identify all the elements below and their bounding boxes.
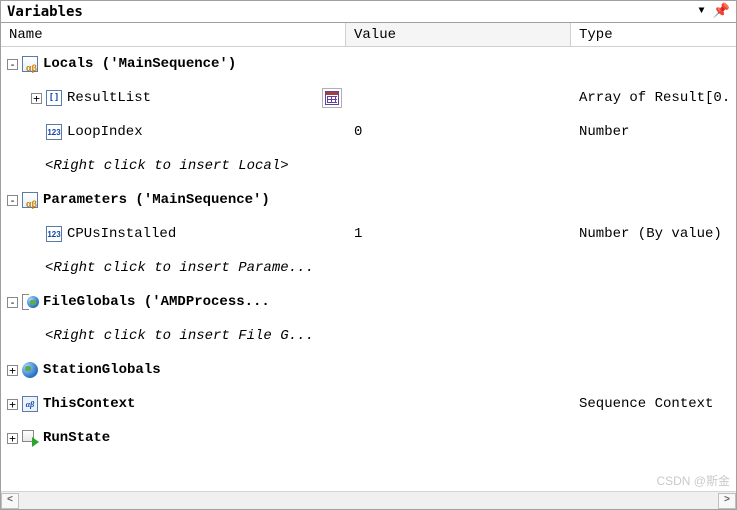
node-value[interactable] xyxy=(346,81,571,115)
insert-parameter-hint[interactable]: <Right click to insert Parame... xyxy=(1,251,736,285)
expand-icon[interactable]: + xyxy=(7,399,18,410)
insert-local-hint[interactable]: <Right click to insert Local> xyxy=(1,149,736,183)
tree-node-parameters[interactable]: - Parameters ('MainSequence') xyxy=(1,183,736,217)
tree-node-stationglobals[interactable]: + StationGlobals xyxy=(1,353,736,387)
node-label: ThisContext xyxy=(43,396,135,412)
node-type xyxy=(571,421,736,455)
expand-icon[interactable]: + xyxy=(7,433,18,444)
scroll-left-icon[interactable]: < xyxy=(1,493,19,509)
insert-fileglobal-hint[interactable]: <Right click to insert File G... xyxy=(1,319,736,353)
calendar-grid-icon[interactable] xyxy=(322,88,342,108)
variables-tree: - Locals ('MainSequence') + [] ResultLis… xyxy=(1,47,736,491)
node-value[interactable]: 0 xyxy=(346,115,571,149)
watermark: CSDN @斯金 xyxy=(656,472,730,489)
node-type: Array of Result[0. xyxy=(571,81,736,115)
panel-header: Variables ▼ 📌 xyxy=(1,1,736,23)
column-header-name[interactable]: Name xyxy=(1,23,346,46)
node-label: Locals ('MainSequence') xyxy=(43,56,236,72)
number-icon: 123 xyxy=(45,124,63,140)
tree-node-cpusinstalled[interactable]: 123 CPUsInstalled 1 Number (By value) xyxy=(1,217,736,251)
container-icon xyxy=(21,192,39,208)
collapse-icon[interactable]: - xyxy=(7,297,18,308)
runstate-icon xyxy=(21,430,39,446)
node-type: Number xyxy=(571,115,736,149)
tree-node-loopindex[interactable]: 123 LoopIndex 0 Number xyxy=(1,115,736,149)
scroll-right-icon[interactable]: > xyxy=(718,493,736,509)
node-label: StationGlobals xyxy=(43,362,161,378)
tree-node-locals[interactable]: - Locals ('MainSequence') xyxy=(1,47,736,81)
expand-icon[interactable]: + xyxy=(7,365,18,376)
hint-text: <Right click to insert Local> xyxy=(45,158,289,174)
hint-text: <Right click to insert Parame... xyxy=(45,260,314,276)
node-type: Number (By value) xyxy=(571,217,736,251)
hint-text: <Right click to insert File G... xyxy=(45,328,314,344)
columns-header: Name Value Type xyxy=(1,23,736,47)
node-type xyxy=(571,353,736,387)
collapse-icon[interactable]: - xyxy=(7,195,18,206)
node-label: FileGlobals ('AMDProcess... xyxy=(43,294,270,310)
number-icon: 123 xyxy=(45,226,63,242)
column-header-type[interactable]: Type xyxy=(571,23,736,46)
node-type: Sequence Context xyxy=(571,387,736,421)
node-value xyxy=(346,47,571,81)
node-label: ResultList xyxy=(67,90,322,106)
file-globe-icon xyxy=(21,294,39,310)
node-type xyxy=(571,47,736,81)
panel-menu-dropdown-icon[interactable]: ▼ xyxy=(699,6,705,17)
node-value[interactable]: 1 xyxy=(346,217,571,251)
context-icon: αβ xyxy=(21,396,39,412)
node-label: Parameters ('MainSequence') xyxy=(43,192,270,208)
horizontal-scrollbar[interactable]: < > xyxy=(1,491,736,509)
tree-node-thiscontext[interactable]: + αβ ThisContext Sequence Context xyxy=(1,387,736,421)
tree-node-resultlist[interactable]: + [] ResultList Array of Result[0. xyxy=(1,81,736,115)
node-label: LoopIndex xyxy=(67,124,143,140)
node-label: CPUsInstalled xyxy=(67,226,176,242)
pin-icon[interactable]: 📌 xyxy=(713,3,730,20)
array-icon: [] xyxy=(45,90,63,106)
panel-title: Variables xyxy=(7,4,83,20)
column-header-value[interactable]: Value xyxy=(346,23,571,46)
tree-node-fileglobals[interactable]: - FileGlobals ('AMDProcess... xyxy=(1,285,736,319)
globe-icon xyxy=(21,362,39,378)
collapse-icon[interactable]: - xyxy=(7,59,18,70)
node-label: RunState xyxy=(43,430,110,446)
expand-icon[interactable]: + xyxy=(31,93,42,104)
container-icon xyxy=(21,56,39,72)
tree-node-runstate[interactable]: + RunState xyxy=(1,421,736,455)
